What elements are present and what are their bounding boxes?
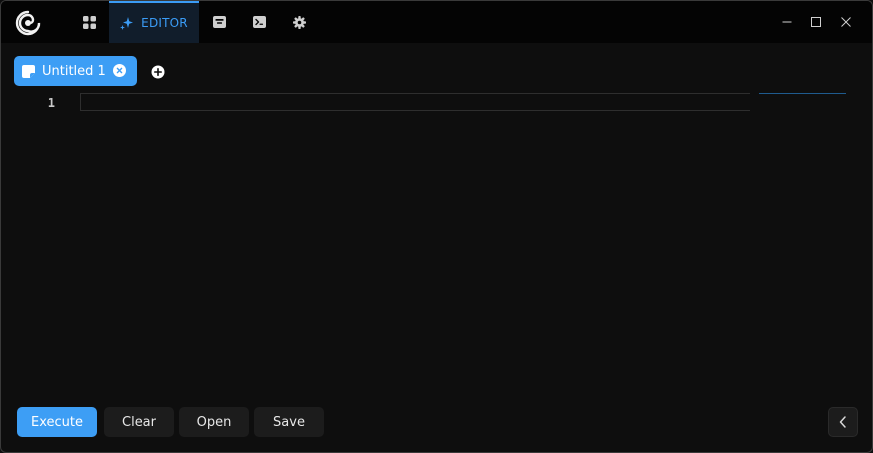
app-logo-icon xyxy=(15,10,41,36)
tab-label: Untitled 1 xyxy=(42,63,106,79)
sparkle-icon xyxy=(120,17,134,30)
maximize-button[interactable] xyxy=(806,12,826,32)
editor-tabs: Untitled 1 xyxy=(1,43,872,93)
file-icon xyxy=(22,64,35,78)
editor-scrollbar[interactable] xyxy=(759,93,846,94)
inbox-icon xyxy=(212,16,226,28)
gear-icon xyxy=(292,15,306,29)
open-button[interactable]: Open xyxy=(179,407,249,437)
close-circle-icon[interactable] xyxy=(113,64,126,77)
nav-inbox-button[interactable] xyxy=(201,1,237,43)
execute-button[interactable]: Execute xyxy=(17,407,97,437)
titlebar: EDITOR xyxy=(1,1,872,43)
maximize-icon xyxy=(811,17,821,27)
plus-circle-icon[interactable] xyxy=(151,65,165,79)
collapse-panel-button[interactable] xyxy=(828,407,858,437)
nav-editor-label: EDITOR xyxy=(141,16,188,30)
tab-untitled-1[interactable]: Untitled 1 xyxy=(14,56,137,86)
save-button[interactable]: Save xyxy=(254,407,324,437)
nav-settings-button[interactable] xyxy=(281,1,317,43)
nav-editor-button[interactable]: EDITOR xyxy=(109,1,199,43)
code-editor[interactable]: 1 xyxy=(1,93,872,393)
minimize-button[interactable] xyxy=(777,12,797,32)
nav-terminal-button[interactable] xyxy=(241,1,277,43)
terminal-icon xyxy=(252,16,266,28)
line-number: 1 xyxy=(47,96,55,110)
grid-icon xyxy=(82,15,96,29)
action-bar: Execute Clear Open Save xyxy=(1,407,872,439)
clear-button[interactable]: Clear xyxy=(104,407,174,437)
nav-home-button[interactable] xyxy=(71,1,107,43)
chevron-left-icon xyxy=(839,416,846,428)
current-line-highlight[interactable] xyxy=(80,93,750,111)
close-window-button[interactable] xyxy=(836,12,856,32)
minimize-icon xyxy=(782,21,792,23)
close-icon xyxy=(841,17,851,27)
app-window: EDITOR Untitled 1 1 Execute Clear Open S… xyxy=(0,0,873,453)
